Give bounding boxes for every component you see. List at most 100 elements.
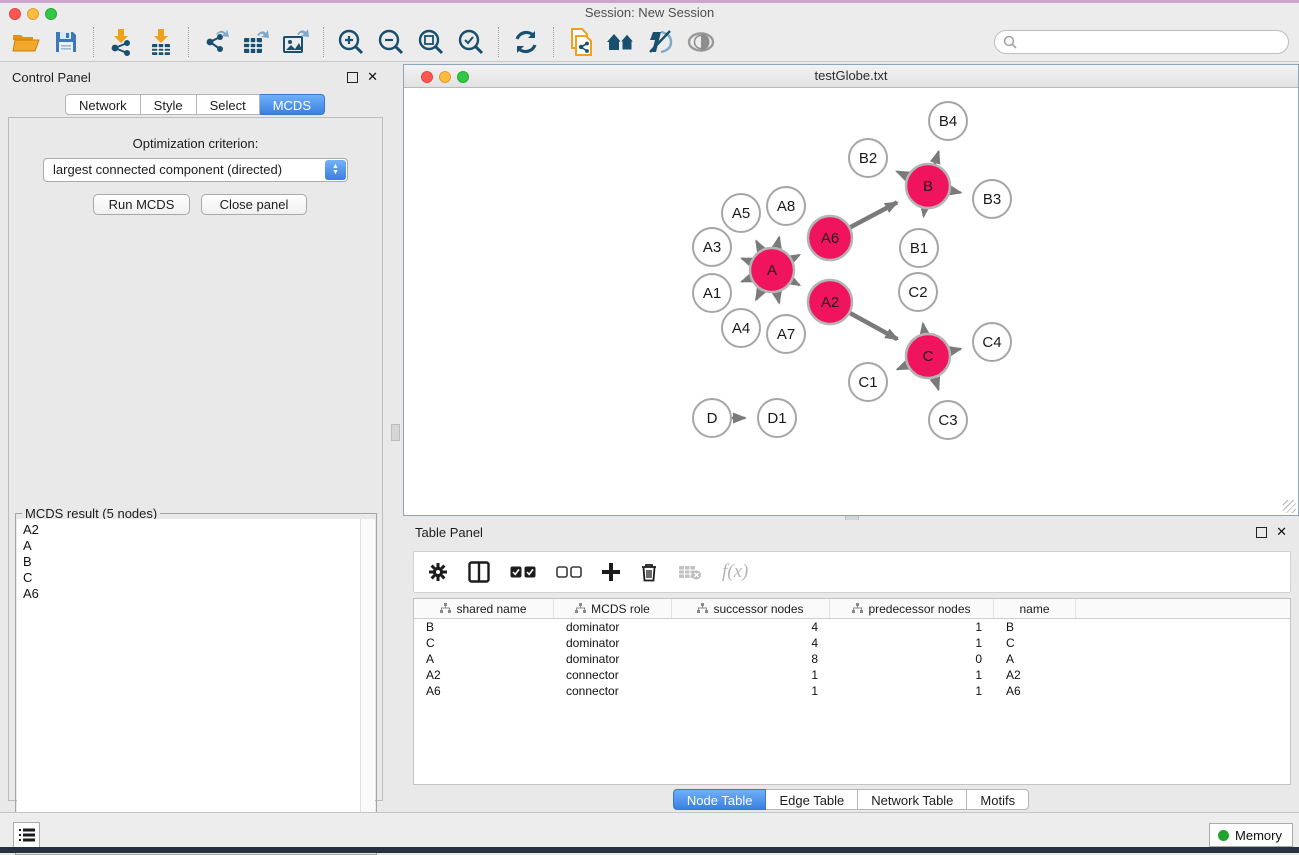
cell-name[interactable]: A6	[994, 683, 1076, 699]
network-canvas[interactable]: B4B2BB3A5A8A6A3B1AA1C2A2A4A7C4CC1C3DD1	[404, 88, 1298, 515]
table-row[interactable]: A6connector11A6	[414, 683, 1290, 699]
table-row[interactable]: A2connector11A2	[414, 667, 1290, 683]
home-button[interactable]	[604, 26, 638, 58]
close-panel-icon[interactable]: ✕	[367, 70, 378, 84]
tab-mcds[interactable]: MCDS	[260, 94, 325, 115]
close-table-panel-icon[interactable]: ✕	[1276, 525, 1287, 539]
cell-shared-name[interactable]: B	[414, 619, 554, 635]
select-all-button[interactable]	[510, 566, 536, 578]
edge-A-A4[interactable]	[756, 290, 761, 299]
table-row[interactable]: Adominator80A	[414, 651, 1290, 667]
close-panel-button[interactable]: Close panel	[201, 194, 307, 215]
memory-button[interactable]: Memory	[1209, 823, 1293, 847]
cell-shared-name[interactable]: A	[414, 651, 554, 667]
net-zoom-button[interactable]	[457, 71, 469, 83]
result-item[interactable]: A2	[23, 522, 361, 538]
result-item[interactable]: C	[23, 570, 361, 586]
tab-motifs[interactable]: Motifs	[967, 789, 1029, 810]
edge-A2-C[interactable]	[850, 313, 897, 339]
zoom-in-button[interactable]	[334, 26, 368, 58]
edge-A-A6[interactable]	[792, 255, 799, 259]
zoom-window-button[interactable]	[45, 8, 57, 20]
cell-MCDS-role[interactable]: dominator	[554, 651, 672, 667]
tab-select[interactable]: Select	[197, 94, 260, 115]
cell-predecessor-nodes[interactable]: 1	[830, 619, 994, 635]
result-item[interactable]: B	[23, 554, 361, 570]
cell-successor-nodes[interactable]: 8	[672, 651, 830, 667]
edge-C-C2[interactable]	[923, 324, 925, 334]
tab-edge-table[interactable]: Edge Table	[766, 789, 858, 810]
cell-MCDS-role[interactable]: dominator	[554, 635, 672, 651]
resize-grip-icon[interactable]	[1283, 500, 1296, 513]
delete-column-button[interactable]	[640, 562, 658, 582]
edge-A-A5[interactable]	[756, 241, 761, 250]
save-session-button[interactable]	[49, 26, 83, 58]
criterion-select[interactable]: largest connected component (directed) ▲…	[43, 158, 348, 182]
cell-predecessor-nodes[interactable]: 1	[830, 635, 994, 651]
open-file-button[interactable]	[9, 26, 43, 58]
export-network-button[interactable]	[199, 26, 233, 58]
edge-A6-B[interactable]	[850, 202, 897, 227]
net-close-button[interactable]	[421, 71, 433, 83]
refresh-button[interactable]	[509, 26, 543, 58]
cell-predecessor-nodes[interactable]: 1	[830, 683, 994, 699]
node-table[interactable]: shared nameMCDS rolesuccessor nodesprede…	[413, 598, 1291, 785]
tab-node-table[interactable]: Node Table	[673, 789, 767, 810]
tab-network[interactable]: Network	[65, 94, 141, 115]
net-minimize-button[interactable]	[439, 71, 451, 83]
column-header-predecessor-nodes[interactable]: predecessor nodes	[830, 599, 994, 618]
import-network-button[interactable]	[104, 26, 138, 58]
cell-successor-nodes[interactable]: 1	[672, 667, 830, 683]
table-settings-button[interactable]	[428, 562, 448, 582]
cell-shared-name[interactable]: C	[414, 635, 554, 651]
column-header-name[interactable]: name	[994, 599, 1076, 618]
cell-MCDS-role[interactable]: connector	[554, 667, 672, 683]
zoom-out-button[interactable]	[374, 26, 408, 58]
cell-predecessor-nodes[interactable]: 0	[830, 651, 994, 667]
cell-name[interactable]: C	[994, 635, 1076, 651]
edge-B-B4[interactable]	[935, 152, 939, 164]
search-input[interactable]	[1017, 35, 1267, 49]
cell-name[interactable]: A	[994, 651, 1076, 667]
import-table-button[interactable]	[144, 26, 178, 58]
network-window-titlebar[interactable]: testGlobe.txt	[404, 65, 1298, 88]
table-row[interactable]: Bdominator41B	[414, 619, 1290, 635]
edge-A-A8[interactable]	[777, 237, 779, 247]
cell-shared-name[interactable]: A2	[414, 667, 554, 683]
cell-MCDS-role[interactable]: connector	[554, 683, 672, 699]
minimize-window-button[interactable]	[27, 8, 39, 20]
float-table-panel-icon[interactable]	[1256, 527, 1267, 538]
close-window-button[interactable]	[9, 8, 21, 20]
add-column-button[interactable]	[602, 563, 620, 581]
column-header-successor-nodes[interactable]: successor nodes	[672, 599, 830, 618]
zoom-fit-button[interactable]	[414, 26, 448, 58]
cell-shared-name[interactable]: A6	[414, 683, 554, 699]
duplicate-network-button[interactable]	[564, 26, 598, 58]
result-scrollbar[interactable]	[360, 519, 375, 849]
column-browser-button[interactable]	[468, 561, 490, 583]
mcds-result-list[interactable]: A2ABCA6	[17, 519, 361, 849]
edge-C-C1[interactable]	[897, 365, 907, 369]
edge-B-B3[interactable]	[951, 191, 961, 193]
cell-predecessor-nodes[interactable]: 1	[830, 667, 994, 683]
edge-C-C3[interactable]	[935, 378, 939, 390]
cell-name[interactable]: B	[994, 619, 1076, 635]
edge-A-A3[interactable]	[742, 258, 751, 261]
eye-button[interactable]	[684, 26, 718, 58]
export-table-button[interactable]	[239, 26, 273, 58]
cell-name[interactable]: A2	[994, 667, 1076, 683]
deselect-all-button[interactable]	[556, 566, 582, 578]
edge-A-A1[interactable]	[742, 278, 751, 281]
search-box[interactable]	[994, 30, 1289, 54]
edge-A-A2[interactable]	[792, 281, 799, 285]
run-mcds-button[interactable]: Run MCDS	[93, 194, 190, 215]
cell-MCDS-role[interactable]: dominator	[554, 619, 672, 635]
result-item[interactable]: A	[23, 538, 361, 554]
tab-style[interactable]: Style	[141, 94, 197, 115]
tab-network-table[interactable]: Network Table	[858, 789, 967, 810]
zoom-selected-button[interactable]	[454, 26, 488, 58]
column-header-shared-name[interactable]: shared name	[414, 599, 554, 618]
edge-B-B2[interactable]	[897, 172, 907, 177]
float-panel-icon[interactable]	[347, 72, 358, 83]
column-header-MCDS-role[interactable]: MCDS role	[554, 599, 672, 618]
